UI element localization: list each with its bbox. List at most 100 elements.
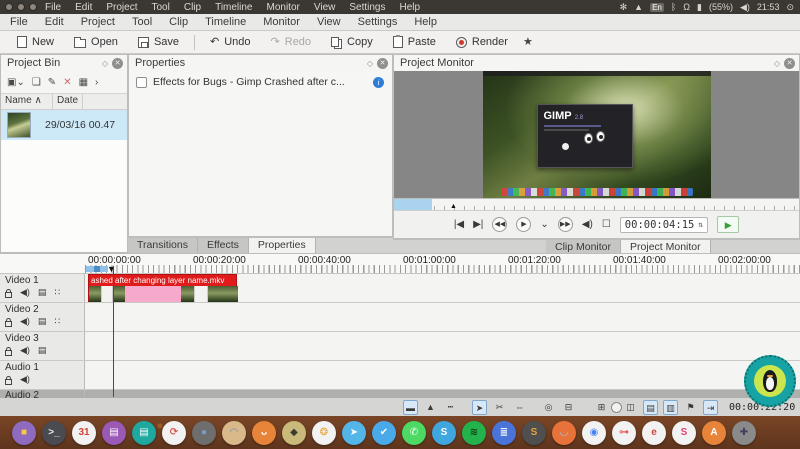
dock-icon-inkscape[interactable]: ◆ — [282, 421, 306, 445]
dock-icon-terminal[interactable]: >_ — [42, 421, 66, 445]
copy-button[interactable]: Copy — [322, 34, 382, 50]
tab-project-monitor[interactable]: Project Monitor — [621, 240, 711, 254]
undo-button[interactable]: ↶Undo — [201, 34, 260, 50]
select-tool-button[interactable]: ➤ — [472, 400, 487, 415]
audio-thumbnails-button[interactable]: ▥ — [663, 400, 678, 415]
play-options-chevron-icon[interactable]: ⌄ — [540, 219, 548, 230]
menu-item[interactable]: Help — [414, 16, 437, 28]
lock-track-icon[interactable] — [5, 292, 12, 298]
hide-video-icon[interactable]: ▤ — [38, 287, 47, 298]
zoom-out-button[interactable]: ⊟ — [561, 400, 576, 415]
normal-edit-mode-button[interactable]: ▬ — [403, 400, 418, 415]
zone-mode-icon[interactable]: ☐ — [602, 219, 611, 230]
global-menu-item[interactable]: Project — [106, 2, 137, 13]
global-menu-item[interactable]: Clip — [184, 2, 201, 13]
go-to-start-button[interactable]: |◀ — [454, 219, 464, 230]
timeline-playhead-line[interactable] — [113, 266, 114, 397]
dock-icon-tweaks[interactable]: ⊶ — [612, 421, 636, 445]
bin-column-date[interactable]: Date — [53, 94, 83, 109]
dock-icon-easytag[interactable]: e — [642, 421, 666, 445]
video-thumbnails-button[interactable]: ▤ — [643, 400, 658, 415]
menu-item[interactable]: Edit — [45, 16, 64, 28]
dock-icon-calendar[interactable]: 31 — [72, 421, 96, 445]
float-panel-icon[interactable]: ◇ — [367, 59, 373, 68]
composite-track-icon[interactable]: ∷ — [54, 287, 60, 298]
play-zone-button[interactable]: ▶ — [717, 216, 739, 233]
mute-track-icon[interactable]: ◀) — [20, 345, 30, 356]
menu-item[interactable]: Settings — [358, 16, 398, 28]
dock-icon-notes[interactable]: ▤ — [132, 421, 156, 445]
dock-icon-software-updater[interactable]: ⟳ — [162, 421, 186, 445]
bin-column-name[interactable]: Name ∧ — [1, 94, 53, 109]
fast-forward-button[interactable]: ▶▶ — [558, 217, 573, 232]
go-to-end-button[interactable]: ▶| — [473, 219, 483, 230]
dock-icon-gimp[interactable]: ᴗ — [252, 421, 276, 445]
mute-track-icon[interactable]: ◀) — [20, 316, 30, 327]
monitor-playhead-icon[interactable]: ▲ — [450, 203, 457, 210]
menu-item[interactable]: File — [10, 16, 28, 28]
redo-button[interactable]: ↷Redo — [262, 34, 321, 50]
track-header-video-2[interactable]: Video 2 ◀) ▤ ∷ — [0, 303, 85, 331]
close-window-button[interactable] — [5, 3, 13, 11]
monitor-timecode-input[interactable]: 00:00:04:15 ⇅ — [620, 217, 708, 233]
new-button[interactable]: New — [8, 34, 63, 50]
fit-zoom-button[interactable]: ◎ — [541, 400, 556, 415]
syncthing-icon[interactable]: ✻ — [620, 2, 628, 13]
snap-button[interactable]: ⇥ — [703, 400, 718, 415]
dock-icon-app-grid[interactable]: ≣ — [492, 421, 516, 445]
delete-clip-button[interactable]: ✕ — [63, 77, 71, 88]
razor-tool-button[interactable]: ✂ — [492, 400, 507, 415]
close-panel-icon[interactable]: ✕ — [784, 58, 795, 69]
global-menu-item[interactable]: Tool — [151, 2, 169, 13]
menu-item[interactable]: Clip — [169, 16, 188, 28]
add-clip-button[interactable]: ▣⌄ — [7, 77, 25, 88]
dock-icon-text-editor[interactable]: ▤ — [102, 421, 126, 445]
favorite-star-icon[interactable]: ★ — [523, 37, 533, 48]
toolbar-overflow-button[interactable]: › — [95, 77, 98, 88]
menu-item[interactable]: Tool — [132, 16, 152, 28]
paste-button[interactable]: Paste — [384, 34, 445, 50]
timeline-playhead-icon[interactable]: ▼ — [107, 265, 116, 273]
zoom-slider-handle[interactable] — [611, 402, 622, 413]
global-menu-item[interactable]: Timeline — [215, 2, 252, 13]
menu-item[interactable]: Monitor — [263, 16, 300, 28]
dock-icon-weather[interactable]: ◠ — [222, 421, 246, 445]
battery-icon[interactable]: ▮ — [697, 2, 702, 13]
dock-icon-chrome[interactable]: ◉ — [582, 421, 606, 445]
global-menu-item[interactable]: Help — [400, 2, 421, 13]
dock-icon-sublime-text[interactable]: S — [522, 421, 546, 445]
minimize-window-button[interactable] — [17, 3, 25, 11]
dock-icon-twitter[interactable]: ✔ — [372, 421, 396, 445]
clock[interactable]: 21:53 — [757, 2, 780, 12]
bluetooth-icon[interactable]: ᛒ — [671, 2, 676, 12]
dock-icon-file-manager[interactable]: ■ — [12, 421, 36, 445]
track-header-audio-1[interactable]: Audio 1 ◀) — [0, 361, 85, 389]
rewind-button[interactable]: ◀◀ — [492, 217, 507, 232]
overwrite-edit-mode-button[interactable]: ▲ — [423, 400, 438, 415]
markers-comments-button[interactable]: ⚑ — [683, 400, 698, 415]
dock-icon-settings-disc[interactable]: ● — [192, 421, 216, 445]
notifications-icon[interactable]: Ω — [683, 2, 690, 12]
track-lane-video-2[interactable] — [85, 303, 800, 331]
close-panel-icon[interactable]: ✕ — [112, 58, 123, 69]
monitor-ruler[interactable]: ▲ — [394, 198, 799, 210]
dock-icon-firefox[interactable]: ◡ — [552, 421, 576, 445]
global-menu-item[interactable]: Edit — [75, 2, 92, 13]
menu-item[interactable]: View — [317, 16, 341, 28]
play-button[interactable]: ▶ — [516, 217, 531, 232]
menu-item[interactable]: Timeline — [205, 16, 246, 28]
dock-icon-slack[interactable]: S — [672, 421, 696, 445]
track-lane-audio-1[interactable] — [85, 361, 800, 389]
lock-track-icon[interactable] — [5, 379, 12, 385]
mute-track-icon[interactable]: ◀) — [20, 287, 30, 298]
track-header-audio-2[interactable]: Audio 2 — [0, 390, 85, 398]
track-header-video-3[interactable]: Video 3 ◀) ▤ — [0, 332, 85, 360]
render-button[interactable]: Render — [447, 34, 517, 50]
clip-checkbox[interactable] — [136, 77, 147, 88]
dock-icon-extensions[interactable]: ✚ — [732, 421, 756, 445]
dock-icon-whatsapp[interactable]: ✆ — [402, 421, 426, 445]
float-panel-icon[interactable]: ◇ — [774, 59, 780, 68]
insert-edit-mode-button[interactable]: ┅ — [443, 400, 458, 415]
tab-transitions[interactable]: Transitions — [128, 238, 198, 253]
save-button[interactable]: Save — [129, 34, 188, 50]
